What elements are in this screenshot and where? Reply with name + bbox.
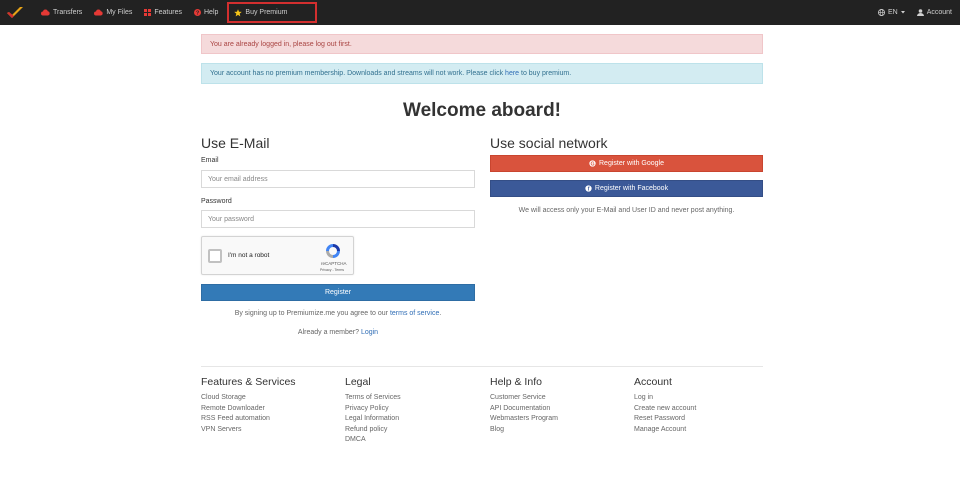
logged-in-alert-text: You are already logged in, please log ou… [210,40,352,48]
top-navbar: Transfers My Files Features ? Help Buy P… [0,0,960,25]
footer-link[interactable]: Remote Downloader [201,404,341,415]
google-button-label: Register with Google [599,160,664,167]
footer-legal-column: Legal Terms of Services Privacy Policy L… [345,376,485,446]
password-placeholder: Your password [208,215,255,223]
email-field[interactable]: Your email address [201,170,475,188]
footer-link[interactable]: Blog [490,425,630,436]
nav-transfers[interactable]: Transfers [35,0,88,25]
nav-my-files[interactable]: My Files [88,0,138,25]
footer-divider [201,366,763,367]
social-section-title: Use social network [490,135,608,151]
footer-account-column: Account Log in Create new account Reset … [634,376,774,435]
email-label: Email [201,157,219,164]
nav-account[interactable]: Account [911,0,958,25]
footer-link[interactable]: Terms of Services [345,393,485,404]
logged-in-alert: You are already logged in, please log ou… [201,34,763,54]
nav-features[interactable]: Features [138,0,188,25]
footer-link[interactable]: Customer Service [490,393,630,404]
grid-icon [144,9,152,16]
recaptcha-terms-link[interactable]: Privacy - Terms [320,268,344,272]
page-title: Welcome aboard! [402,100,562,121]
nav-help[interactable]: ? Help [188,0,224,25]
footer-link[interactable]: Webmasters Program [490,414,630,425]
facebook-button-label: Register with Facebook [594,185,669,192]
nav-label: Buy Premium [245,9,288,16]
footer-help-column: Help & Info Customer Service API Documen… [490,376,630,435]
footer-link[interactable]: Privacy Policy [345,404,485,415]
nav-label: Help [204,9,219,16]
footer-link[interactable]: VPN Servers [201,425,341,436]
footer-link[interactable]: Refund policy [345,425,485,436]
terms-of-service-link[interactable]: terms of service [390,310,439,317]
footer-link[interactable]: Manage Account [634,425,774,436]
star-icon [234,8,243,17]
recaptcha-checkbox[interactable] [208,249,222,263]
email-placeholder: Your email address [208,175,268,183]
premium-alert-text: Your account has no premium membership. … [210,70,571,77]
premium-alert-suffix: to buy premium. [519,70,572,77]
google-icon: G [589,160,596,167]
language-selector[interactable]: EN [872,0,911,25]
premium-alert: Your account has no premium membership. … [201,63,763,84]
footer-link[interactable]: Reset Password [634,414,774,425]
footer-link[interactable]: Create new account [634,404,774,415]
nav-buy-premium[interactable]: Buy Premium [227,2,318,23]
password-label: Password [201,198,232,205]
recaptcha-brand: reCAPTCHA [321,261,347,266]
already-member-prefix: Already a member? [297,329,361,336]
cloud-icon [94,9,103,16]
user-icon [916,9,924,16]
footer-link[interactable]: RSS Feed automation [201,414,341,425]
recaptcha-widget: I'm not a robot reCAPTCHA Privacy - Term… [201,236,354,275]
terms-notice-suffix: . [439,310,442,317]
svg-text:f: f [588,187,590,192]
footer-heading: Features & Services [201,376,296,388]
login-link[interactable]: Login [361,329,378,336]
footer-link[interactable]: API Documentation [490,404,630,415]
already-member-text: Already a member? Login [201,329,475,336]
footer-heading: Account [634,376,672,388]
footer-link[interactable]: Cloud Storage [201,393,341,404]
globe-icon [878,9,885,16]
recaptcha-label: I'm not a robot [228,252,270,259]
footer-link[interactable]: Legal Information [345,414,485,425]
social-privacy-note: We will access only your E-Mail and User… [518,207,735,214]
nav-label: My Files [106,9,133,16]
language-label: EN [887,9,898,16]
terms-notice: By signing up to Premiumize.me you agree… [201,310,475,317]
register-button[interactable]: Register [201,284,475,301]
footer-heading: Legal [345,376,371,388]
register-with-google-button[interactable]: G Register with Google [490,155,763,172]
recaptcha-logo-icon [324,242,342,260]
password-field[interactable]: Your password [201,210,475,228]
nav-label: Features [154,9,182,16]
nav-label: Transfers [53,9,83,16]
account-label: Account [926,9,952,16]
footer-link[interactable]: DMCA [345,435,485,446]
footer-heading: Help & Info [490,376,542,388]
question-circle-icon: ? [194,9,201,16]
cloud-icon [41,9,50,16]
facebook-icon: f [585,185,592,192]
footer-features-column: Features & Services Cloud Storage Remote… [201,376,341,435]
premium-alert-prefix: Your account has no premium membership. … [210,70,506,77]
terms-notice-prefix: By signing up to Premiumize.me you agree… [234,310,390,317]
premium-here-link[interactable]: here [505,70,519,77]
svg-text:G: G [590,161,594,167]
caret-down-icon [900,11,905,14]
premiumize-logo-icon[interactable] [3,0,27,25]
footer-link[interactable]: Log in [634,393,774,404]
email-section-title: Use E-Mail [201,135,270,151]
register-with-facebook-button[interactable]: f Register with Facebook [490,180,763,197]
